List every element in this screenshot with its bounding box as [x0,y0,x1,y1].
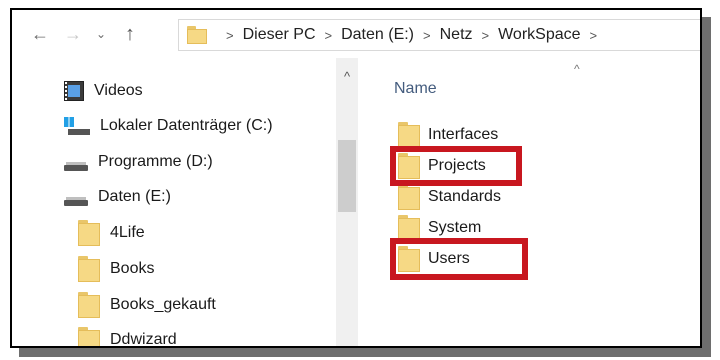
sidebar-item-4life[interactable]: 4Life [78,218,145,248]
windows-drive-icon [64,117,90,135]
forward-button[interactable]: → [60,22,86,46]
navigation-bar: ← → ⌄ ↑ > Dieser PC > Daten (E:) > Netz … [12,10,700,58]
chevron-up-icon[interactable]: ^ [336,66,358,86]
sort-ascending-icon: ^ [574,62,580,76]
chevron-down-icon: ⌄ [95,27,107,41]
recent-locations-button[interactable]: ⌄ [92,22,110,46]
sidebar-item-label: Daten (E:) [98,188,171,205]
folder-icon [187,26,207,44]
address-bar[interactable]: > Dieser PC > Daten (E:) > Netz > WorkSp… [178,19,700,51]
chevron-right-icon[interactable]: > [423,28,431,43]
file-list-pane: ^ Name Interfaces Projects Standards Sys… [358,58,700,346]
scroll-thumb[interactable] [338,140,356,212]
sidebar-item-ddwizard[interactable]: Ddwizard [78,325,177,348]
file-name: Interfaces [428,126,499,143]
navigation-pane: Videos Lokaler Datenträger (C:) Programm… [12,58,358,346]
explorer-window: ← → ⌄ ↑ > Dieser PC > Daten (E:) > Netz … [10,8,702,348]
navigation-scrollbar[interactable]: ^ [336,58,358,346]
chevron-right-icon[interactable]: > [325,28,333,43]
sidebar-item-books-gekauft[interactable]: Books_gekauft [78,290,216,320]
breadcrumb-daten-e[interactable]: Daten (E:) [341,26,414,44]
sidebar-item-videos[interactable]: Videos [64,76,143,106]
video-folder-icon [64,81,84,101]
sidebar-item-drive-e[interactable]: Daten (E:) [64,182,171,212]
highlight-box-projects [390,146,522,186]
highlight-box-users [390,238,528,280]
arrow-left-icon: ← [31,23,49,44]
folder-icon [78,220,100,246]
sidebar-item-label: Ddwizard [110,331,177,348]
column-header-name[interactable]: Name [394,80,437,98]
folder-icon [78,292,100,318]
folder-icon [398,184,420,210]
sidebar-item-label: Lokaler Datenträger (C:) [100,117,273,134]
back-button[interactable]: ← [26,22,54,46]
folder-icon [78,327,100,346]
sidebar-item-books[interactable]: Books [78,254,154,284]
breadcrumb-dieser-pc[interactable]: Dieser PC [243,26,316,44]
drive-icon [64,194,88,206]
file-name: Standards [428,188,501,205]
sidebar-item-drive-d[interactable]: Programme (D:) [64,147,213,177]
sidebar-item-label: Books_gekauft [110,296,216,313]
list-item-standards[interactable]: Standards [398,182,501,212]
file-name: System [428,219,482,236]
chevron-right-icon[interactable]: > [590,28,598,43]
sidebar-item-label: 4Life [110,224,145,241]
breadcrumb-workspace[interactable]: WorkSpace [498,26,580,44]
drive-icon [64,159,88,171]
breadcrumb-netz[interactable]: Netz [440,26,473,44]
arrow-right-icon: → [64,23,82,44]
up-button[interactable]: ↑ [116,22,144,46]
sidebar-item-label: Programme (D:) [98,153,213,170]
sidebar-item-label: Videos [94,82,143,99]
sidebar-item-label: Books [110,260,155,277]
chevron-right-icon[interactable]: > [482,28,490,43]
chevron-right-icon[interactable]: > [226,28,234,43]
sidebar-item-drive-c[interactable]: Lokaler Datenträger (C:) [64,111,273,141]
arrow-up-icon: ↑ [125,22,135,45]
folder-icon [78,256,100,282]
folder-icon [398,122,420,148]
